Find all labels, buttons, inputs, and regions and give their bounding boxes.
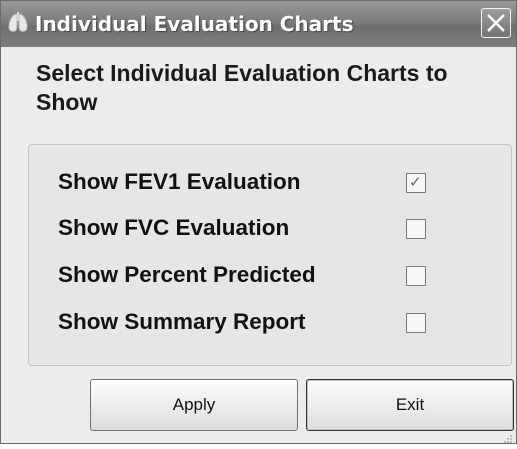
option-label: Show Percent Predicted (58, 262, 316, 287)
apply-button[interactable]: Apply (90, 379, 298, 431)
option-fvc: Show FVC Evaluation (29, 211, 513, 251)
option-label: Show FEV1 Evaluation (58, 169, 301, 194)
checkbox-summary-report[interactable] (406, 313, 426, 333)
option-summary-report: Show Summary Report (29, 305, 513, 345)
option-label: Show FVC Evaluation (58, 215, 290, 240)
options-group: Show FEV1 Evaluation ✓ Show FVC Evaluati… (28, 144, 512, 366)
dialog-heading: Select Individual Evaluation Charts to S… (36, 60, 448, 115)
check-mark-icon: ✓ (409, 174, 422, 191)
option-fev1: Show FEV1 Evaluation ✓ (29, 165, 513, 205)
checkbox-fev1[interactable]: ✓ (406, 173, 426, 193)
lungs-icon (7, 11, 29, 35)
close-button[interactable] (481, 8, 511, 38)
title-bar[interactable]: Individual Evaluation Charts (1, 1, 516, 47)
exit-button[interactable]: Exit (306, 379, 514, 431)
checkbox-fvc[interactable] (406, 219, 426, 239)
window-title: Individual Evaluation Charts (35, 12, 354, 36)
option-label: Show Summary Report (58, 309, 306, 334)
close-icon (487, 14, 505, 32)
option-percent-predicted: Show Percent Predicted (29, 258, 513, 298)
resize-grip-icon[interactable] (503, 431, 513, 443)
dialog-window: Individual Evaluation Charts Select Indi… (0, 0, 517, 444)
checkbox-percent-predicted[interactable] (406, 266, 426, 286)
